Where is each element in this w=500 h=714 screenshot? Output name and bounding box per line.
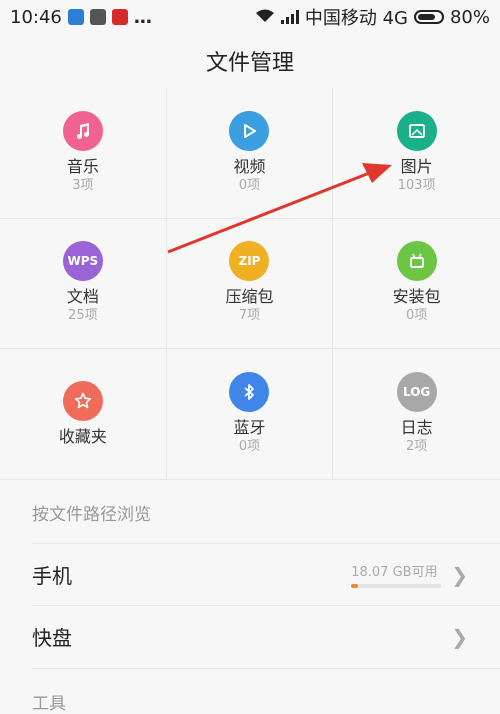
category-count: 0项	[406, 308, 428, 324]
star-icon	[62, 381, 103, 422]
category-tile[interactable]: 收藏夹	[0, 349, 167, 480]
storage-row-cloud[interactable]: 快盘 ❯	[32, 605, 500, 667]
category-count: 3项	[72, 177, 94, 193]
category-label: 安装包	[392, 287, 441, 307]
log-icon: LOG	[396, 372, 437, 413]
status-bar: 10:46 … 中国移动 4G 80%	[0, 0, 500, 34]
category-tile[interactable]: 视频 0项	[166, 88, 334, 219]
section-header-tools: 工具	[32, 668, 500, 714]
category-tile[interactable]: 安装包 0项	[333, 219, 500, 350]
category-tile[interactable]: 图片 103项	[333, 88, 500, 219]
wifi-icon	[255, 7, 275, 28]
picture-icon	[396, 110, 437, 151]
category-label: 蓝牙	[233, 418, 266, 438]
storage-row-label: 手机	[32, 564, 72, 588]
category-count: 103项	[397, 177, 436, 193]
category-label: 压缩包	[225, 287, 274, 307]
category-count: 2项	[406, 439, 428, 455]
storage-row-phone[interactable]: 手机 18.07 GB可用 ❯	[32, 543, 500, 605]
category-grid: 音乐 3项 视频 0项 图片 103项 WPS 文档 25项 ZIP 压缩包 7项 安装包 0项 收藏夹 蓝牙…	[0, 88, 500, 480]
category-label: 图片	[400, 156, 433, 176]
category-label: 日志	[400, 418, 433, 438]
category-tile[interactable]: ZIP 压缩包 7项	[166, 218, 334, 350]
status-time: 10:46	[10, 6, 62, 28]
category-count: 7项	[238, 308, 261, 324]
app-notification-icon	[111, 9, 128, 25]
signal-icon	[280, 10, 299, 24]
android-icon	[396, 241, 437, 282]
app-notification-icon	[89, 9, 106, 25]
more-notifications-icon: …	[133, 6, 153, 28]
bluetooth-icon	[229, 372, 270, 413]
category-label: 视频	[233, 156, 266, 176]
storage-usage-bar	[351, 584, 442, 588]
battery-icon	[413, 10, 444, 24]
category-tile[interactable]: LOG 日志 2项	[333, 349, 500, 480]
category-count: 0项	[238, 177, 261, 193]
battery-percent: 80%	[449, 6, 490, 28]
category-tile[interactable]: WPS 文档 25项	[0, 218, 167, 350]
category-tile[interactable]: 音乐 3项	[0, 88, 167, 219]
app-notification-icon	[67, 9, 84, 25]
page-title: 文件管理	[0, 34, 500, 89]
category-label: 音乐	[66, 156, 99, 176]
category-count: 25项	[68, 308, 98, 324]
storage-row-label: 快盘	[32, 626, 72, 650]
storage-info: 18.07 GB可用	[351, 561, 442, 588]
category-tile[interactable]: 蓝牙 0项	[166, 349, 334, 480]
play-icon	[229, 110, 270, 151]
category-label: 收藏夹	[58, 427, 107, 447]
chevron-right-icon: ❯	[451, 624, 468, 649]
music-note-icon	[62, 110, 103, 151]
chevron-right-icon: ❯	[451, 562, 468, 587]
wps-doc-icon: WPS	[62, 241, 103, 282]
category-label: 文档	[66, 287, 99, 307]
zip-icon: ZIP	[229, 241, 270, 282]
storage-available-text: 18.07 GB可用	[351, 565, 438, 580]
section-header-browse: 按文件路径浏览	[32, 505, 151, 525]
carrier-label: 中国移动 4G	[304, 8, 408, 29]
category-count: 0项	[238, 439, 261, 455]
